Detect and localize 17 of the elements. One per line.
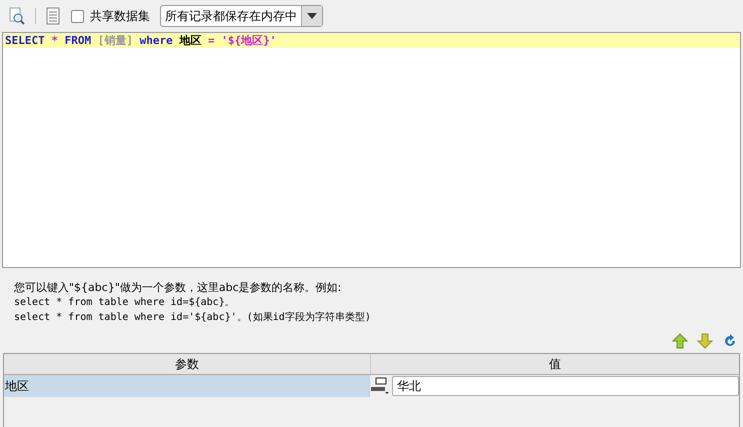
storage-mode-dropdown[interactable]: 所有记录都保存在内存中 — [160, 5, 323, 27]
down-arrow-icon[interactable] — [697, 333, 713, 349]
column-header[interactable]: 参数 — [4, 354, 371, 374]
sql-editor[interactable]: SELECT * FROM [销量] where 地区 = '${地区}' — [2, 32, 741, 268]
hint-text: select * from table where id=${abc}。 — [14, 296, 236, 310]
column-header[interactable]: 值 — [371, 354, 739, 374]
caret-icon — [307, 13, 317, 19]
refresh-icon[interactable] — [722, 333, 738, 349]
hint-text: 您可以键入"${abc}"做为一个参数，这里abc是参数的名称。例如: — [14, 280, 342, 295]
preview-icon[interactable] — [8, 7, 26, 25]
shared-dataset-checkbox[interactable] — [71, 10, 84, 22]
value-input[interactable]: 华北 — [392, 376, 739, 396]
shared-dataset-label: 共享数据集 — [90, 8, 150, 24]
parameter-name-cell[interactable]: 地区 — [4, 375, 370, 397]
up-arrow-icon[interactable] — [672, 333, 688, 349]
document-icon[interactable] — [45, 7, 61, 25]
hint-text: select * from table where id='${abc}'。(如果id字段为字符串类型) — [14, 310, 372, 325]
